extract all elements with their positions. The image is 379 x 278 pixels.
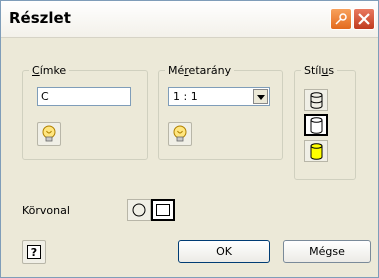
- chevron-down-icon[interactable]: [253, 89, 268, 104]
- scale-dropdown[interactable]: 1 : 1: [168, 87, 270, 106]
- svg-text:?: ?: [31, 246, 37, 259]
- title-bar[interactable]: Részlet: [1, 1, 378, 38]
- window-title: Részlet: [9, 9, 71, 27]
- style-outline-button[interactable]: [304, 89, 328, 111]
- outline-square-button[interactable]: [151, 199, 175, 221]
- details-dialog: Részlet Címke C Méretarány 1: 1 Stílus …: [0, 0, 379, 278]
- help-button[interactable]: ?: [22, 240, 46, 264]
- outline-label: Körvonal: [22, 204, 70, 217]
- label-lightbulb-button[interactable]: [37, 122, 61, 146]
- meretarany-legend: Méretarány: [168, 64, 232, 77]
- outline-circle-button[interactable]: [127, 199, 151, 221]
- style-shaded-button[interactable]: [304, 140, 328, 162]
- label-text-field[interactable]: C: [37, 87, 131, 106]
- cimke-legend: Címke: [32, 64, 67, 77]
- pin-button[interactable]: [330, 8, 352, 30]
- ok-button[interactable]: OK: [178, 240, 270, 263]
- style-hidden-line-button[interactable]: [304, 114, 328, 136]
- cancel-button[interactable]: Mégse: [283, 240, 371, 263]
- stilus-legend: Stílus: [304, 64, 335, 77]
- scale-selected-value: 1 : 1: [173, 90, 198, 103]
- close-button[interactable]: [353, 8, 375, 30]
- scale-lightbulb-button[interactable]: [168, 122, 192, 146]
